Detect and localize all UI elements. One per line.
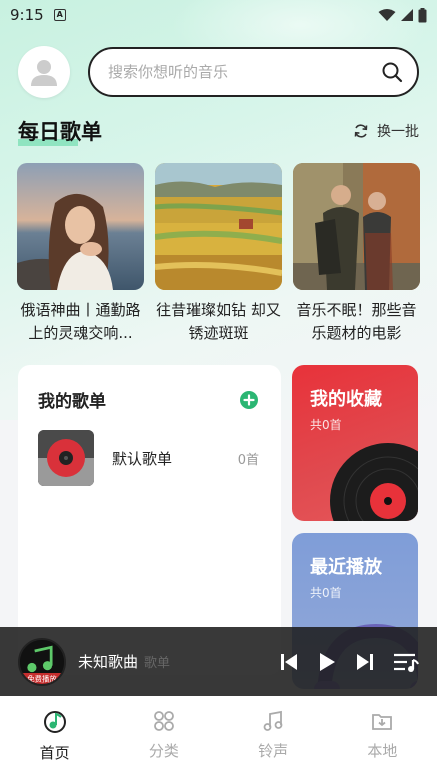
signal-icon <box>401 9 413 21</box>
search-bar[interactable] <box>88 47 419 97</box>
tab-category[interactable]: 分类 <box>109 696 218 778</box>
favorites-count: 共0首 <box>310 418 342 432</box>
play-icon[interactable] <box>317 651 337 673</box>
tab-label: 本地 <box>367 742 398 760</box>
top-header <box>18 46 419 98</box>
tab-home[interactable]: 首页 <box>0 696 109 778</box>
now-playing-cover[interactable]: 免费播放 <box>18 637 66 686</box>
battery-icon <box>418 7 427 22</box>
status-time: 9:15 <box>10 6 44 24</box>
hidden-footer-text: 歌单 <box>144 656 171 671</box>
vinyl-record-icon <box>330 443 418 521</box>
category-grid-icon <box>153 711 174 731</box>
bottom-tab-bar: 首页 分类 铃声 本地 <box>0 696 437 778</box>
playlist-thumbnail <box>38 430 94 486</box>
previous-track-icon[interactable] <box>279 652 299 672</box>
tab-local[interactable]: 本地 <box>328 696 437 778</box>
my-playlists-title: 我的歌单 <box>38 392 106 412</box>
playlist-queue-icon[interactable] <box>393 651 419 673</box>
daily-section-header: 每日歌单 换一批 <box>18 116 419 146</box>
playlist-cover-image <box>155 163 282 290</box>
playlist-name: 默认歌单 <box>112 449 173 468</box>
tab-ringtone[interactable]: 铃声 <box>219 696 328 778</box>
search-input[interactable] <box>108 63 381 81</box>
mini-player[interactable]: 免费播放 未知歌曲 歌单 <box>0 627 437 696</box>
playlist-row[interactable]: 默认歌单 0首 <box>38 429 259 487</box>
home-music-icon <box>43 711 66 733</box>
add-playlist-icon[interactable] <box>239 390 259 410</box>
playlist-title: 俄语神曲丨通勤路上的灵魂交响... <box>20 301 141 342</box>
free-play-badge: 免费播放 <box>27 674 57 683</box>
local-folder-icon <box>372 714 393 730</box>
status-bar: 9:15 A <box>0 0 437 30</box>
playlist-card[interactable]: 俄语神曲丨通勤路上的灵魂交响... <box>17 163 144 345</box>
avatar[interactable] <box>18 46 70 98</box>
next-track-icon[interactable] <box>355 652 375 672</box>
now-playing-title: 未知歌曲 <box>78 653 139 671</box>
tab-label: 铃声 <box>258 742 289 760</box>
daily-playlists: 俄语神曲丨通勤路上的灵魂交响... 往昔璀璨如钻 却又锈迹斑斑 音乐不眠！那些音… <box>17 163 420 345</box>
playlist-count: 0首 <box>237 452 259 468</box>
refresh-icon <box>354 124 368 138</box>
playlist-title: 音乐不眠！那些音乐题材的电影 <box>296 301 417 342</box>
section-title-daily: 每日歌单 <box>18 116 102 146</box>
recent-title: 最近播放 <box>310 557 382 578</box>
ringtone-note-icon <box>263 710 283 731</box>
refresh-label: 换一批 <box>377 124 419 140</box>
playlist-cover-image <box>17 163 144 290</box>
tab-label: 分类 <box>148 742 179 760</box>
playlist-card[interactable]: 音乐不眠！那些音乐题材的电影 <box>293 163 420 345</box>
playlist-card[interactable]: 往昔璀璨如钻 却又锈迹斑斑 <box>155 163 282 345</box>
search-icon[interactable] <box>381 61 403 83</box>
user-avatar-icon <box>31 60 57 86</box>
favorites-title: 我的收藏 <box>310 389 382 410</box>
playlist-cover-image <box>293 163 420 290</box>
tab-label: 首页 <box>39 744 70 762</box>
recent-count: 共0首 <box>310 586 342 600</box>
refresh-button[interactable]: 换一批 <box>353 121 419 141</box>
favorites-card[interactable]: 我的收藏 共0首 <box>292 365 418 521</box>
notification-icon: A <box>53 9 66 21</box>
wifi-icon <box>378 9 396 21</box>
playlist-title: 往昔璀璨如钻 却又锈迹斑斑 <box>156 301 281 342</box>
